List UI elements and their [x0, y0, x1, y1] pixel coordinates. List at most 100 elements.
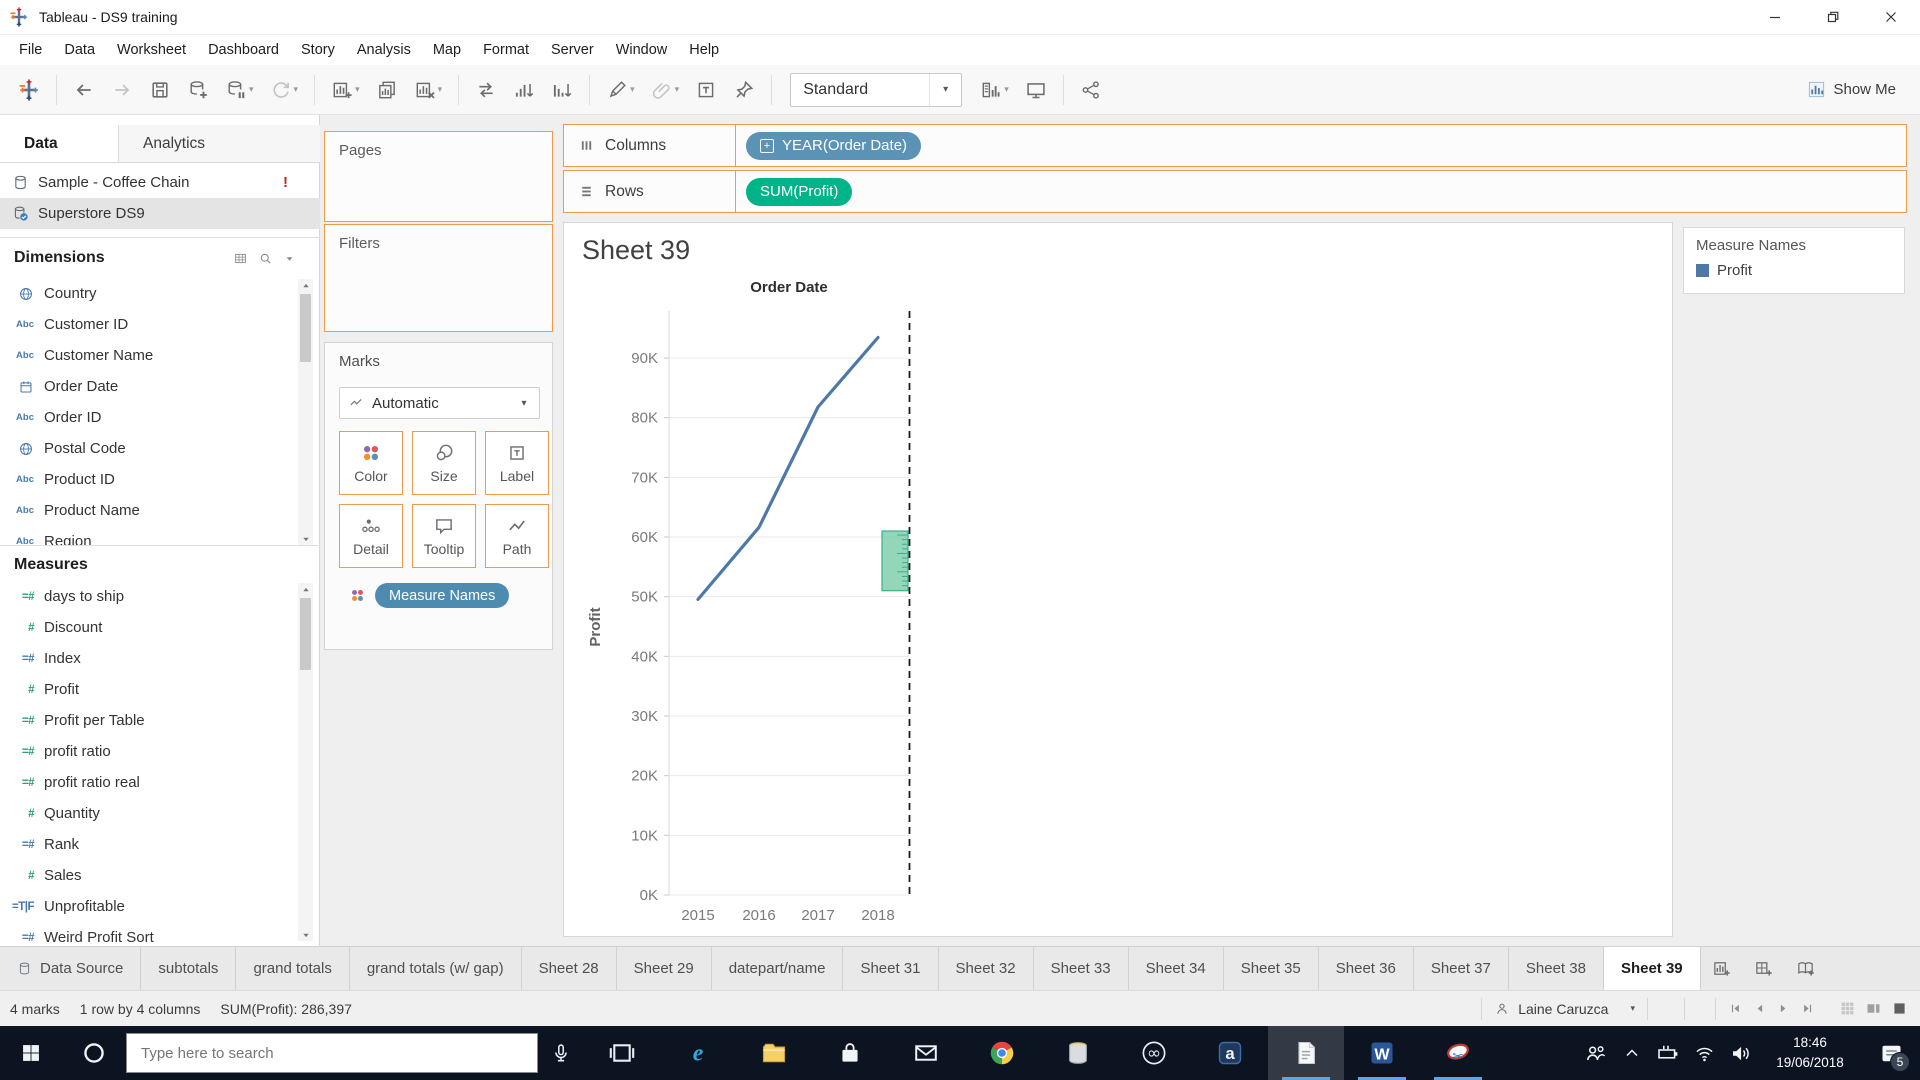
taskbar-app[interactable] — [1116, 1026, 1192, 1080]
menu-item[interactable]: Window — [605, 38, 679, 62]
fit-select[interactable]: Standard ▾ — [790, 72, 963, 107]
menu-item[interactable]: Worksheet — [106, 38, 197, 62]
taskbar-app[interactable] — [1344, 1026, 1420, 1080]
columns-shelf[interactable]: Columns + YEAR(Order Date) — [563, 124, 1907, 167]
dimension-field[interactable]: Abc Region — [0, 526, 320, 545]
measure-names-pill[interactable]: Measure Names — [375, 583, 510, 608]
sheet-tab[interactable]: Data Source — [0, 947, 142, 990]
undo-button[interactable] — [67, 75, 101, 105]
sort-descending-button[interactable] — [545, 75, 579, 105]
expand-hierarchy-icon[interactable]: + — [760, 138, 774, 153]
dimension-field[interactable]: Postal Code — [0, 433, 320, 464]
action-center-button[interactable]: 5 — [1862, 1026, 1920, 1080]
menu-item[interactable]: Server — [540, 38, 605, 62]
dimension-field[interactable]: Abc Customer Name — [0, 340, 320, 371]
taskbar-app[interactable] — [964, 1026, 1040, 1080]
marks-button[interactable]: Tooltip — [412, 504, 476, 568]
start-button[interactable] — [0, 1026, 62, 1080]
measure-field[interactable]: =# profit ratio real — [0, 767, 320, 798]
sum-profit-pill[interactable]: SUM(Profit) — [746, 177, 853, 206]
datasource-item[interactable]: Sample - Coffee Chain ! — [0, 167, 320, 198]
taskbar-app[interactable] — [1420, 1026, 1496, 1080]
swap-axes-button[interactable] — [469, 75, 503, 105]
show-filmstrip-icon[interactable] — [1865, 1000, 1882, 1017]
view-data-grid-icon[interactable] — [233, 251, 248, 266]
pane-tab[interactable]: Data — [0, 125, 118, 162]
user-menu[interactable]: Laine Caruzca ▾ — [1482, 1001, 1647, 1017]
dropdown-caret-icon[interactable]: ▾ — [630, 84, 635, 95]
share-workbook-button[interactable] — [1074, 75, 1108, 105]
group-members-button[interactable]: ▾ — [645, 75, 686, 105]
dropdown-caret-icon[interactable]: ▾ — [675, 84, 680, 95]
fix-axes-button[interactable] — [727, 75, 761, 105]
run-update-button[interactable]: ▾ — [264, 75, 305, 105]
people-button[interactable] — [1578, 1026, 1614, 1080]
measure-field[interactable]: # Sales — [0, 860, 320, 891]
measure-field[interactable]: =# Index — [0, 643, 320, 674]
find-field-icon[interactable] — [258, 251, 273, 266]
volume-status[interactable] — [1722, 1026, 1758, 1080]
dimension-field[interactable]: Country — [0, 278, 320, 309]
sheet-tab[interactable]: Sheet 39 — [1603, 947, 1701, 990]
mark-labels-button[interactable] — [689, 75, 723, 105]
highlight-button[interactable]: ▾ — [600, 75, 641, 105]
sheet-tab[interactable]: datepart/name — [712, 947, 844, 990]
dimension-field[interactable]: Order Date — [0, 371, 320, 402]
taskbar-app[interactable] — [736, 1026, 812, 1080]
taskbar-app[interactable] — [1268, 1026, 1344, 1080]
scrollbar-thumb[interactable] — [300, 598, 311, 670]
dimensions-scrollbar[interactable] — [298, 279, 313, 545]
line-chart-plot[interactable]: 0K 10K 20K 30K 40K 50K 60K 70K 80K 90K 2015 2016 201… — [564, 223, 1672, 936]
new-worksheet-button[interactable]: ▾ — [325, 75, 366, 105]
pane-tab[interactable]: Analytics — [118, 125, 320, 162]
close-button[interactable] — [1862, 0, 1920, 35]
measures-scrollbar[interactable] — [298, 583, 313, 941]
taskbar-search[interactable] — [126, 1033, 538, 1073]
scroll-up-icon[interactable] — [300, 280, 312, 292]
mic-button[interactable] — [538, 1026, 584, 1080]
taskbar-app[interactable] — [1192, 1026, 1268, 1080]
dimension-field[interactable]: Abc Product ID — [0, 464, 320, 495]
sheet-tab[interactable]: Sheet 36 — [1319, 947, 1414, 990]
hidden-icons-button[interactable] — [1614, 1026, 1650, 1080]
sheet-tab[interactable]: Sheet 37 — [1414, 947, 1509, 990]
new-story-button[interactable] — [1785, 947, 1827, 990]
scroll-down-icon[interactable] — [300, 929, 312, 941]
marks-button[interactable]: Path — [485, 504, 549, 568]
tableau-home-button[interactable] — [12, 75, 46, 105]
sheet-tab[interactable]: Sheet 34 — [1129, 947, 1224, 990]
dimension-field[interactable]: Abc Order ID — [0, 402, 320, 433]
measure-names-legend[interactable]: Measure Names Profit — [1683, 227, 1905, 294]
year-order-date-pill[interactable]: + YEAR(Order Date) — [746, 131, 922, 160]
battery-status[interactable] — [1650, 1026, 1686, 1080]
taskbar-app[interactable] — [812, 1026, 888, 1080]
previous-sheet-icon[interactable] — [1752, 1001, 1767, 1016]
first-sheet-icon[interactable] — [1728, 1001, 1743, 1016]
duplicate-sheet-button[interactable] — [370, 75, 404, 105]
taskbar-app[interactable] — [584, 1026, 660, 1080]
cortana-button[interactable] — [62, 1026, 126, 1080]
pages-shelf[interactable]: Pages — [324, 131, 553, 222]
dimension-field[interactable]: Abc Customer ID — [0, 309, 320, 340]
menu-item[interactable]: Help — [678, 38, 730, 62]
next-sheet-icon[interactable] — [1776, 1001, 1791, 1016]
sheet-tab[interactable]: Sheet 33 — [1034, 947, 1129, 990]
mark-type-select[interactable]: Automatic ▾ — [339, 387, 540, 419]
show-hide-cards-button[interactable]: ▾ — [974, 75, 1015, 105]
pause-updates-button[interactable]: ▾ — [219, 75, 260, 105]
redo-button[interactable] — [105, 75, 139, 105]
sheet-tab[interactable]: subtotals — [141, 947, 237, 990]
sheet-tab[interactable]: Sheet 29 — [617, 947, 712, 990]
dropdown-caret-icon[interactable]: ▾ — [355, 84, 360, 95]
menu-item[interactable]: Data — [53, 38, 106, 62]
measure-field[interactable]: =# Rank — [0, 829, 320, 860]
dropdown-caret-icon[interactable]: ▾ — [294, 84, 299, 95]
dropdown-caret-icon[interactable]: ▾ — [249, 84, 254, 95]
sheet-tab[interactable]: grand totals — [236, 947, 350, 990]
measure-field[interactable]: # Profit — [0, 674, 320, 705]
rows-shelf[interactable]: Rows SUM(Profit) — [563, 170, 1907, 213]
add-datasource-button[interactable] — [181, 75, 215, 105]
last-sheet-icon[interactable] — [1800, 1001, 1815, 1016]
clear-sheet-button[interactable]: ▾ — [408, 75, 449, 105]
marks-button[interactable]: Size — [412, 431, 476, 495]
